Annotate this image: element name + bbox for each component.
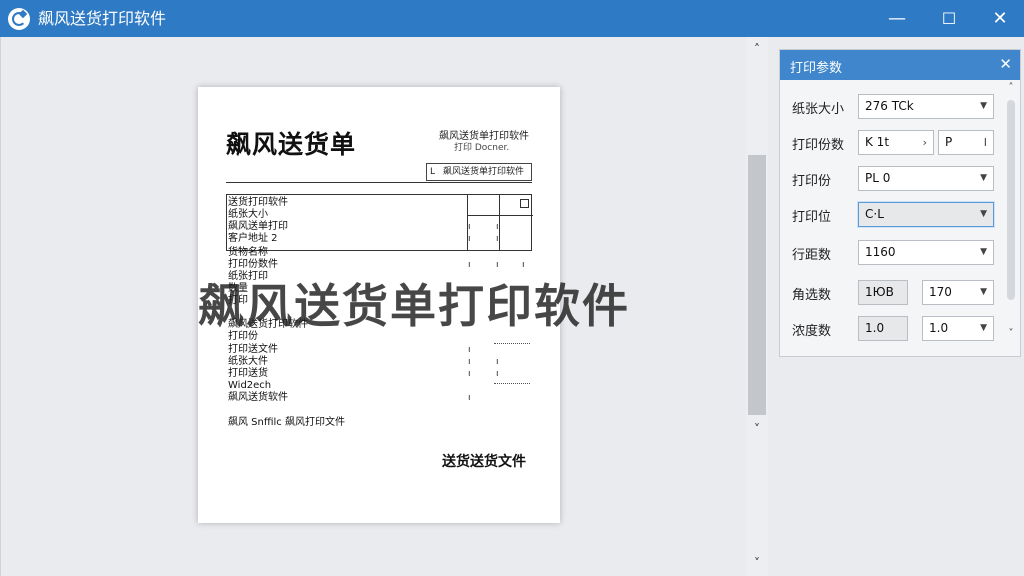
setting-label: 行距数 bbox=[792, 248, 832, 263]
input-value: 1ЮB bbox=[865, 285, 894, 299]
watermark-text: 飙风送货单打印软件 bbox=[198, 279, 630, 333]
paper-size-select[interactable]: 276 TCk ▼ bbox=[858, 94, 994, 119]
chevron-down-icon: ▼ bbox=[980, 101, 987, 111]
panel-close-icon[interactable]: ✕ bbox=[999, 55, 1012, 73]
angle-input[interactable]: 1ЮB bbox=[858, 280, 908, 305]
app-logo-icon bbox=[8, 8, 30, 30]
document-row: 送货打印软件 bbox=[228, 197, 288, 208]
input-value: K 1t bbox=[865, 135, 890, 149]
panel-title: 打印参数 bbox=[790, 61, 843, 76]
document-label-box: 飙风送货单打印软件 bbox=[426, 163, 532, 181]
row-mark: ı bbox=[468, 234, 471, 244]
density-input[interactable]: 1.0 bbox=[858, 316, 908, 341]
select-value: C·L bbox=[865, 207, 884, 221]
setting-row-angle: 角选数 1ЮB 170 ▼ bbox=[780, 280, 1020, 306]
setting-row-density: 浓度数 1.0 1.0 ▼ bbox=[780, 316, 1020, 342]
scroll-up-icon[interactable]: ˄ bbox=[1004, 82, 1018, 93]
setting-row-copies: 打印份数 K 1t › P Ⅰ bbox=[780, 130, 1020, 156]
row-mark: ı bbox=[468, 357, 471, 367]
minimize-button[interactable]: — bbox=[872, 0, 922, 37]
scrollbar-thumb[interactable] bbox=[1007, 100, 1015, 300]
table-line bbox=[467, 215, 533, 216]
panel-header: 打印参数 ✕ bbox=[780, 50, 1020, 80]
setting-label: 打印份数 bbox=[792, 138, 845, 153]
scrollbar-thumb[interactable] bbox=[748, 155, 766, 415]
scroll-down-icon[interactable]: ˅ bbox=[746, 419, 768, 439]
row-mark: ı bbox=[468, 393, 471, 403]
document-row: Wid2ech bbox=[228, 380, 272, 391]
close-button[interactable]: ✕ bbox=[975, 0, 1024, 37]
copies-input[interactable]: K 1t › bbox=[858, 130, 934, 155]
input-value: 1.0 bbox=[865, 321, 885, 335]
select-value: 1.0 bbox=[929, 321, 949, 335]
chevron-down-icon: ▼ bbox=[980, 209, 987, 219]
row-mark: ı bbox=[468, 369, 471, 379]
document-footer: 送货送货文件 bbox=[442, 454, 526, 470]
scroll-down-bottom-icon[interactable]: ˅ bbox=[746, 553, 768, 573]
setting-label: 打印份 bbox=[792, 174, 832, 189]
chevron-down-icon: ▼ bbox=[980, 287, 987, 297]
setting-row-line-spacing: 行距数 1160 ▼ bbox=[780, 240, 1020, 266]
select-value: 276 TCk bbox=[865, 99, 914, 113]
document-row: 客户地址 2 bbox=[228, 233, 278, 244]
option-icon: Ⅰ bbox=[983, 136, 987, 149]
dotted-line bbox=[494, 343, 530, 344]
checkbox-icon bbox=[520, 199, 529, 208]
setting-row-paper-size: 纸张大小 276 TCk ▼ bbox=[780, 94, 1020, 120]
table-line bbox=[499, 195, 500, 251]
row-mark: ı bbox=[468, 222, 471, 232]
density-select[interactable]: 1.0 ▼ bbox=[922, 316, 994, 341]
document-row: 货物名称 bbox=[228, 247, 268, 258]
scroll-down-icon[interactable]: ˅ bbox=[1004, 328, 1018, 339]
row-mark: ı bbox=[496, 369, 499, 379]
setting-row-position: 打印位 C·L ▼ bbox=[780, 202, 1020, 228]
document-row: 打印送文件 bbox=[228, 344, 278, 355]
document-row: 飙风送货软件 bbox=[228, 392, 288, 403]
window-title: 飙风送货打印软件 bbox=[38, 9, 167, 28]
setting-label: 打印位 bbox=[792, 210, 832, 225]
dotted-line bbox=[494, 383, 530, 384]
row-mark: ı bbox=[496, 357, 499, 367]
chevron-down-icon: ▼ bbox=[980, 247, 987, 257]
copies-option-input[interactable]: P Ⅰ bbox=[938, 130, 994, 155]
document-title: 飙风送货单 bbox=[226, 130, 357, 159]
document-row: 打印送货 bbox=[228, 368, 268, 379]
setting-label: 角选数 bbox=[792, 288, 832, 303]
select-value: 1160 bbox=[865, 245, 896, 259]
input-value: P bbox=[945, 135, 953, 149]
line-spacing-select[interactable]: 1160 ▼ bbox=[858, 240, 994, 265]
document-row: 飙风送单打印 bbox=[228, 221, 288, 232]
preview-scrollbar[interactable]: ˄ ˅ ˅ bbox=[746, 37, 768, 576]
document-subheader: 打印 Docner. bbox=[454, 143, 510, 153]
chevron-down-icon: ▼ bbox=[980, 173, 987, 183]
document-row: 纸张大件 bbox=[228, 356, 268, 367]
position-select[interactable]: C·L ▼ bbox=[858, 202, 994, 227]
setting-label: 纸张大小 bbox=[792, 102, 845, 117]
document-row: 纸张大小 bbox=[228, 209, 268, 220]
select-value: 170 bbox=[929, 285, 952, 299]
print-settings-panel: 打印参数 ✕ 纸张大小 276 TCk ▼ 打印份数 K 1t › P Ⅰ 打印… bbox=[779, 49, 1021, 357]
row-mark: ı bbox=[496, 234, 499, 244]
maximize-button[interactable]: ☐ bbox=[924, 0, 974, 37]
select-value: PL 0 bbox=[865, 171, 891, 185]
setting-label: 浓度数 bbox=[792, 324, 832, 339]
copies-mode-select[interactable]: PL 0 ▼ bbox=[858, 166, 994, 191]
scroll-up-icon[interactable]: ˄ bbox=[746, 39, 768, 59]
divider bbox=[226, 182, 532, 183]
chevron-right-icon: › bbox=[922, 136, 927, 149]
setting-row-copies-mode: 打印份 PL 0 ▼ bbox=[780, 166, 1020, 192]
chevron-down-icon: ▼ bbox=[980, 323, 987, 333]
row-mark: ı bbox=[496, 222, 499, 232]
row-mark: ı bbox=[468, 345, 471, 355]
panel-scrollbar[interactable]: ˄ ˅ bbox=[1004, 82, 1018, 356]
angle-select[interactable]: 170 ▼ bbox=[922, 280, 994, 305]
title-bar: 飙风送货打印软件 — ☐ ✕ bbox=[0, 0, 1024, 37]
document-footer-note: 飙风 Snffilc 飙风打印文件 bbox=[228, 417, 345, 428]
